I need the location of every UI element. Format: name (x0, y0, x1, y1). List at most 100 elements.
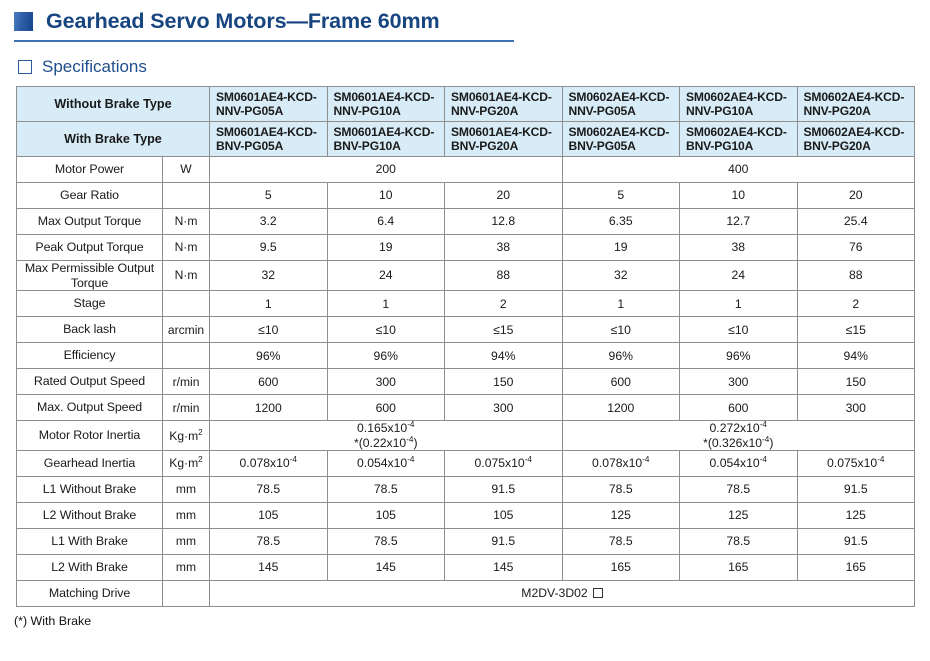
row-unit: Kg·m2 (162, 450, 210, 478)
row-label: Back lash (16, 316, 163, 344)
value-cell: 1200 (209, 394, 328, 422)
value-cell: 10 (679, 182, 798, 209)
specifications-table: Without Brake Type SM0601AE4-KCD-NNV-PG05… (16, 86, 915, 608)
part-number-cell: SM0601AE4-KCD-NNV-PG05A (209, 86, 328, 122)
table-header-row: Without Brake Type SM0601AE4-KCD-NNV-PG05… (16, 86, 915, 122)
value-cell: 5 (209, 182, 328, 209)
value-cell: 96% (209, 342, 328, 370)
value-cell: 1200 (561, 394, 680, 422)
row-label: Gearhead Inertia (16, 450, 163, 478)
value-cell: 78.5 (679, 476, 798, 504)
part-number-cell: SM0602AE4-KCD-NNV-PG20A (796, 86, 915, 122)
value-cell: 600 (679, 394, 798, 422)
table-header-row: With Brake Type SM0601AE4-KCD-BNV-PG05A SM… (16, 121, 915, 157)
table-row: L1 Without Brake mm 78.5 78.5 91.5 78.5 78.5 91… (16, 476, 915, 504)
table-row: Back lash arcmin ≤10 ≤10 ≤15 ≤10 ≤10 ≤15 (16, 316, 915, 344)
row-label: L1 With Brake (16, 528, 163, 556)
value-cell: 150 (444, 368, 563, 396)
header-row-label: Without Brake Type (16, 86, 210, 122)
empty-square-icon (18, 60, 32, 74)
value-cell: 0.272x10-4 *(0.326x10-4) (561, 420, 915, 452)
row-label: Max. Output Speed (16, 394, 163, 422)
part-number-cell: SM0601AE4-KCD-BNV-PG20A (444, 121, 563, 157)
footnote: (*) With Brake (14, 614, 92, 629)
section-title: Specifications (42, 57, 147, 76)
empty-square-icon (592, 588, 603, 599)
table-row: Max. Output Speed r/min 1200 600 300 1200 600 3… (16, 394, 915, 422)
value-cell: 105 (444, 502, 563, 530)
value-cell: 6.4 (326, 208, 445, 235)
value-cell: ≤10 (326, 316, 445, 344)
value-cell: 9.5 (209, 234, 328, 261)
row-unit: mm (162, 476, 210, 504)
value-cell: 88 (796, 259, 915, 292)
value-cell: 1 (209, 290, 328, 318)
row-label: Rated Output Speed (16, 368, 163, 396)
page-header: Gearhead Servo Motors—Frame 60mm (0, 0, 930, 42)
value-cell: 300 (679, 368, 798, 396)
row-unit (162, 290, 210, 318)
row-unit: W (162, 156, 210, 183)
table-row: Rated Output Speed r/min 600 300 150 600 300 15… (16, 368, 915, 396)
row-unit: r/min (162, 368, 210, 396)
value-cell: 200 (209, 156, 563, 183)
value-cell: 165 (796, 554, 915, 582)
value-cell: 76 (796, 234, 915, 261)
matching-drive-value: M2DV-3D02 (209, 580, 915, 608)
value-cell: 96% (679, 342, 798, 370)
value-cell: 125 (796, 502, 915, 530)
value-cell: 300 (796, 394, 915, 422)
row-label: Matching Drive (16, 580, 163, 608)
value-cell: 2 (796, 290, 915, 318)
row-unit (162, 182, 210, 209)
value-cell: 0.075x10-4 (444, 450, 563, 478)
value-cell: 78.5 (679, 528, 798, 556)
value-cell: 165 (679, 554, 798, 582)
table-row: Gearhead Inertia Kg·m2 0.078x10-4 0.054x10-… (16, 450, 915, 478)
value-cell: 105 (209, 502, 328, 530)
table-row: Max Permissible Output Torque N·m 32 24 88 32… (16, 259, 915, 292)
value-cell: 19 (326, 234, 445, 261)
row-label: Max Output Torque (16, 208, 163, 235)
row-label: Stage (16, 290, 163, 318)
value-cell: 0.054x10-4 (679, 450, 798, 478)
row-label: Peak Output Torque (16, 234, 163, 261)
table-row: L2 Without Brake mm 105 105 105 125 125 125 (16, 502, 915, 530)
value-cell: 0.075x10-4 (796, 450, 915, 478)
value-cell: 600 (326, 394, 445, 422)
row-label: Efficiency (16, 342, 163, 370)
value-cell: 25.4 (796, 208, 915, 235)
value-cell: 20 (444, 182, 563, 209)
table-row: L2 With Brake mm 145 145 145 165 165 165 (16, 554, 915, 582)
value-cell: 32 (561, 259, 680, 292)
table-row: Motor Rotor Inertia Kg·m2 0.165x10-4 *(0.22… (16, 420, 915, 452)
value-cell: 91.5 (444, 528, 563, 556)
value-cell: 125 (679, 502, 798, 530)
blue-square-marker-icon (14, 12, 33, 31)
value-cell: 91.5 (796, 528, 915, 556)
table-row: Peak Output Torque N·m 9.5 19 38 19 38 76 (16, 234, 915, 261)
part-number-cell: SM0602AE4-KCD-BNV-PG05A (561, 121, 680, 157)
value-cell: 96% (561, 342, 680, 370)
row-unit (162, 580, 210, 608)
part-number-cell: SM0602AE4-KCD-BNV-PG10A (679, 121, 798, 157)
value-cell: 145 (209, 554, 328, 582)
value-cell: 145 (444, 554, 563, 582)
value-cell: 88 (444, 259, 563, 292)
row-unit (162, 342, 210, 370)
row-unit: Kg·m2 (162, 420, 210, 452)
table-row: Motor Power W 200 400 (16, 156, 915, 183)
value-cell: 78.5 (561, 528, 680, 556)
specifications-table-wrapper: Without Brake Type SM0601AE4-KCD-NNV-PG05… (16, 86, 915, 608)
value-cell: 78.5 (326, 528, 445, 556)
value-cell: 91.5 (796, 476, 915, 504)
row-unit: N·m (162, 259, 210, 292)
row-label: L1 Without Brake (16, 476, 163, 504)
value-cell: 1 (326, 290, 445, 318)
row-unit: arcmin (162, 316, 210, 344)
row-label: L2 Without Brake (16, 502, 163, 530)
part-number-cell: SM0602AE4-KCD-BNV-PG20A (796, 121, 915, 157)
part-number-cell: SM0602AE4-KCD-NNV-PG05A (561, 86, 680, 122)
row-unit: mm (162, 528, 210, 556)
section-heading-specifications: Specifications (18, 57, 930, 77)
